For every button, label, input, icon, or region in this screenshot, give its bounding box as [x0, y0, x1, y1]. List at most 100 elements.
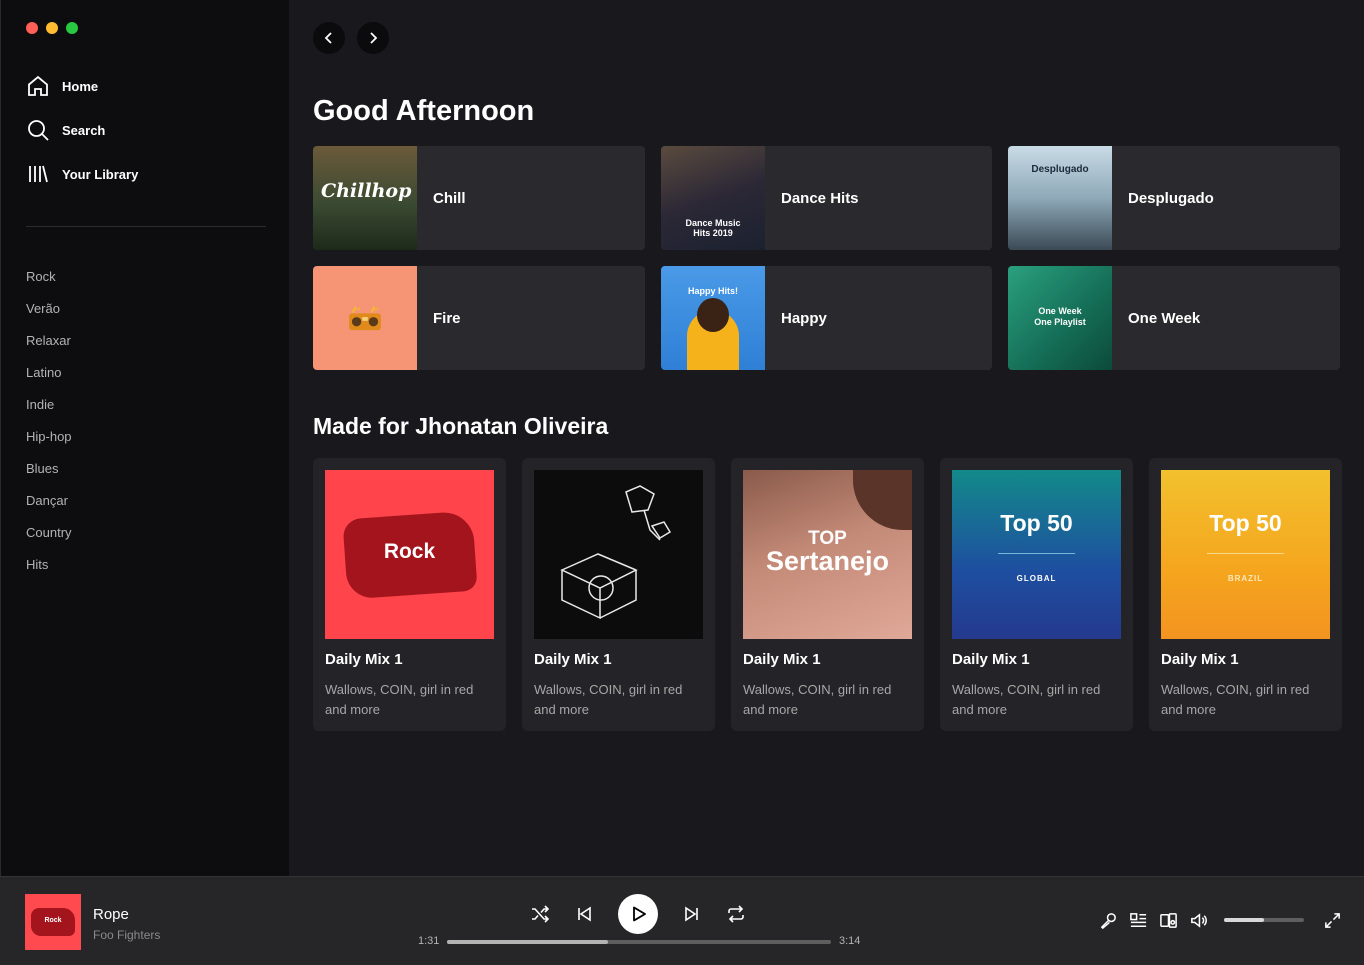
nav-search-label: Search — [62, 122, 106, 138]
greeting-heading: Good Afternoon — [313, 95, 535, 127]
playlist-item[interactable]: Relaxar — [26, 332, 72, 364]
mix-card[interactable]: Top 50 BRAZIL Daily Mix 1 Wallows, COIN,… — [1149, 458, 1342, 731]
fullscreen-button[interactable] — [1322, 910, 1342, 930]
playlist-item[interactable]: Hip-hop — [26, 428, 72, 460]
nav-library-label: Your Library — [62, 166, 139, 182]
playlist-item[interactable]: Rock — [26, 268, 72, 300]
sidebar: Home Search Your Library Rock Verão Rela… — [0, 0, 289, 876]
quick-pick-cover: Happy Hits! — [661, 266, 765, 370]
extra-controls — [1098, 910, 1342, 930]
mix-card[interactable]: TOP Sertanejo Daily Mix 1 Wallows, COIN,… — [731, 458, 924, 731]
playlist-list: Rock Verão Relaxar Latino Indie Hip-hop … — [26, 268, 72, 588]
nav-library[interactable]: Your Library — [26, 160, 138, 188]
quick-pick-fire[interactable]: Fire — [313, 266, 645, 370]
maximize-window-button[interactable] — [66, 22, 78, 34]
quick-pick-desplugado[interactable]: Desplugado Desplugado — [1008, 146, 1340, 250]
nav-search[interactable]: Search — [26, 116, 138, 144]
quick-pick-chill[interactable]: Chillhop Chill — [313, 146, 645, 250]
history-nav — [313, 22, 389, 54]
boombox-fire-icon — [349, 305, 381, 331]
playlist-item[interactable]: Verão — [26, 300, 72, 332]
quick-pick-one-week[interactable]: One Week One Playlist One Week — [1008, 266, 1340, 370]
mix-title: Daily Mix 1 — [1161, 651, 1239, 668]
quick-pick-cover: Chillhop — [313, 146, 417, 250]
repeat-icon — [728, 905, 744, 923]
mix-title: Daily Mix 1 — [743, 651, 821, 668]
shuffle-icon — [532, 905, 550, 923]
minimize-window-button[interactable] — [46, 22, 58, 34]
volume-fill — [1224, 918, 1264, 922]
volume-slider[interactable] — [1224, 918, 1304, 922]
home-icon — [28, 75, 48, 96]
mix-subtitle: Wallows, COIN, girl in red and more — [1161, 682, 1310, 717]
playlist-item[interactable]: Indie — [26, 396, 72, 428]
cover-text: Rock — [383, 540, 436, 563]
quick-pick-title: Chill — [433, 189, 466, 207]
quick-pick-title: Happy — [781, 309, 827, 327]
cover-text: Desplugado — [1031, 164, 1089, 175]
cover-subtext: BRAZIL — [1227, 574, 1264, 583]
daily-mix-row: Rock Daily Mix 1 Wallows, COIN, girl in … — [313, 458, 1342, 731]
cover-text: Top 50 — [1209, 510, 1282, 536]
chevron-left-icon — [324, 32, 332, 44]
mix-cover: Top 50 BRAZIL — [1161, 470, 1330, 639]
chevron-right-icon — [370, 32, 378, 44]
queue-icon — [1129, 912, 1146, 927]
made-for-heading: Made for Jhonatan Oliveira — [313, 413, 609, 439]
mute-button[interactable] — [1188, 910, 1208, 930]
playlist-item[interactable]: Country — [26, 524, 72, 556]
connect-device-button[interactable] — [1158, 910, 1178, 930]
playlist-item[interactable]: Latino — [26, 364, 72, 396]
play-button[interactable] — [618, 894, 658, 934]
nav-home[interactable]: Home — [26, 72, 138, 100]
repeat-button[interactable] — [726, 904, 746, 924]
quick-picks-grid: Chillhop Chill Dance Music Hits 2019 Dan… — [313, 146, 1340, 370]
back-button[interactable] — [313, 22, 345, 54]
mix-card[interactable]: Top 50 GLOBAL Daily Mix 1 Wallows, COIN,… — [940, 458, 1133, 731]
quick-pick-title: Desplugado — [1128, 189, 1214, 207]
nav-home-label: Home — [62, 78, 99, 94]
mix-title: Daily Mix 1 — [325, 651, 403, 668]
microphone-icon — [1100, 912, 1116, 929]
now-playing-title[interactable]: Rope — [93, 906, 129, 923]
next-button[interactable] — [682, 904, 702, 924]
cover-subtext: GLOBAL — [1016, 574, 1057, 583]
cover-text: Happy Hits! — [687, 286, 738, 296]
previous-button[interactable] — [574, 904, 594, 924]
play-icon — [633, 906, 646, 922]
now-playing-cover[interactable]: Rock — [25, 894, 81, 950]
quick-pick-dance-hits[interactable]: Dance Music Hits 2019 Dance Hits — [661, 146, 992, 250]
cover-text: Sertanejo — [765, 546, 890, 576]
rose-cube-illustration — [560, 485, 672, 620]
forward-button[interactable] — [357, 22, 389, 54]
shuffle-button[interactable] — [530, 904, 550, 924]
progress-fill — [447, 940, 609, 944]
progress-bar[interactable] — [447, 940, 831, 944]
now-playing-artist[interactable]: Foo Fighters — [93, 928, 160, 942]
expand-icon — [1324, 912, 1340, 928]
lyrics-button[interactable] — [1098, 910, 1118, 930]
mix-subtitle: Wallows, COIN, girl in red and more — [325, 682, 474, 717]
quick-pick-happy[interactable]: Happy Hits! Happy — [661, 266, 992, 370]
playlist-item[interactable]: Dançar — [26, 492, 72, 524]
mix-title: Daily Mix 1 — [534, 651, 612, 668]
mix-subtitle: Wallows, COIN, girl in red and more — [952, 682, 1101, 717]
playlist-item[interactable]: Blues — [26, 460, 72, 492]
volume-icon — [1190, 912, 1207, 928]
playback-controls — [530, 894, 746, 934]
mix-cover — [534, 470, 703, 639]
main-content: Good Afternoon Chillhop Chill Dance Musi… — [289, 0, 1364, 876]
quick-pick-title: Fire — [433, 309, 461, 327]
mix-card[interactable]: Daily Mix 1 Wallows, COIN, girl in red a… — [522, 458, 715, 731]
skip-forward-icon — [685, 906, 698, 922]
cover-text: One Week One Playlist — [1034, 306, 1086, 327]
close-window-button[interactable] — [26, 22, 38, 34]
playlist-item[interactable]: Hits — [26, 556, 72, 588]
quick-pick-title: One Week — [1128, 309, 1201, 327]
mix-card[interactable]: Rock Daily Mix 1 Wallows, COIN, girl in … — [313, 458, 506, 731]
track-duration: 3:14 — [839, 935, 861, 947]
queue-button[interactable] — [1128, 910, 1148, 930]
search-icon — [28, 120, 49, 141]
quick-pick-cover — [313, 266, 417, 370]
cover-text: Dance Music Hits 2019 — [685, 218, 741, 238]
